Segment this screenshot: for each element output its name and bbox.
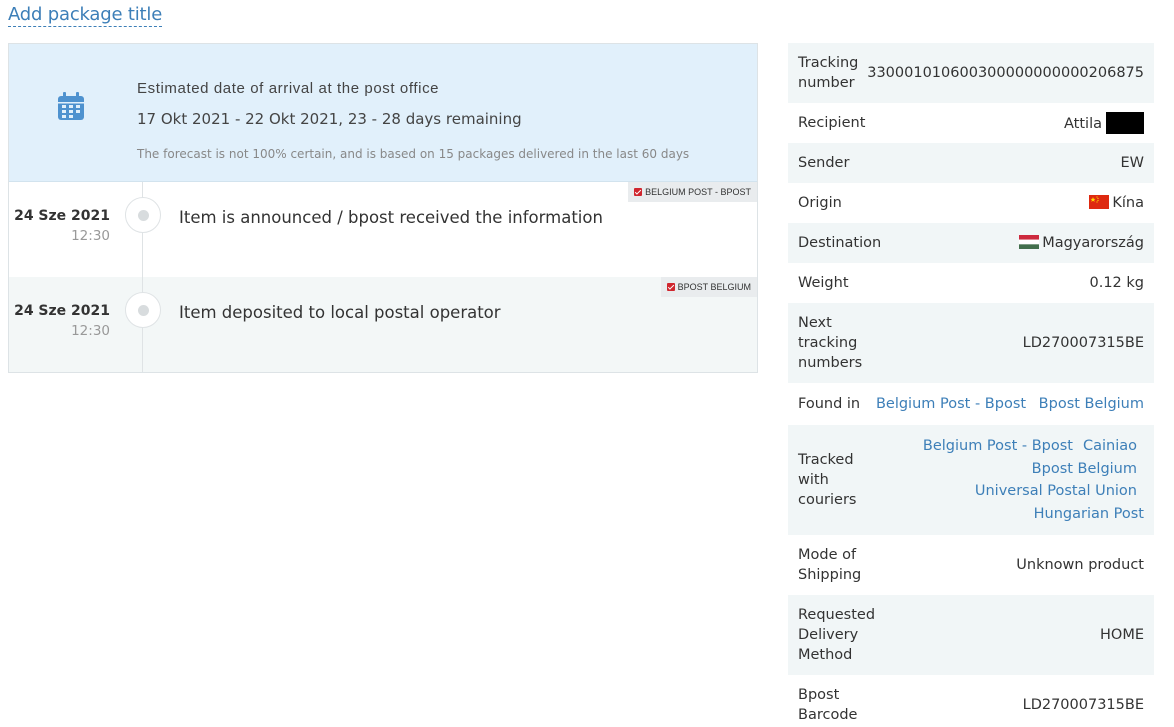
- timeline-event: 24 Sze 2021 12:30 Item deposited to loca…: [9, 277, 757, 372]
- courier-links: Belgium Post - Bpost Cainiao Bpost Belgiu…: [913, 435, 1144, 525]
- detail-row-origin: Origin Kína: [788, 183, 1154, 223]
- courier-check-icon: [666, 283, 675, 291]
- detail-label: Requested Delivery Method: [798, 607, 876, 663]
- event-date: 24 Sze 2021: [14, 303, 110, 319]
- china-flag-icon: [1089, 195, 1110, 209]
- redacted-block: [1106, 112, 1144, 134]
- add-package-title-link[interactable]: Add package title: [8, 4, 162, 27]
- courier-check-icon: [634, 188, 643, 196]
- courier-badge: BPOST BELGIUM: [660, 277, 757, 297]
- estimate-range: 17 Okt 2021 - 22 Okt 2021, 23 - 28 days …: [137, 110, 522, 128]
- detail-row-weight: Weight 0.12 kg: [788, 263, 1154, 303]
- detail-row-requested-delivery: Requested Delivery Method HOME: [788, 595, 1154, 675]
- timeline-event: 24 Sze 2021 12:30 Item is announced / bp…: [9, 182, 757, 277]
- detail-row-tracking-number: Tracking number 330001010600300000000000…: [788, 43, 1154, 103]
- event-date: 24 Sze 2021: [14, 208, 110, 224]
- hungary-flag-icon: [1019, 235, 1040, 249]
- calendar-icon: [58, 92, 84, 120]
- detail-label: Tracked with couriers: [798, 452, 857, 508]
- origin-value-wrap: Kína: [1089, 193, 1144, 213]
- detail-label: Destination: [798, 235, 882, 251]
- event-description: Item deposited to local postal operator: [179, 303, 501, 322]
- courier-link[interactable]: Cainiao: [1083, 438, 1137, 454]
- event-description: Item is announced / bpost received the i…: [179, 208, 603, 227]
- courier-link[interactable]: Bpost Belgium: [1032, 461, 1137, 477]
- detail-label: Recipient: [798, 115, 866, 131]
- detail-row-bpost-barcode: Bpost Barcode LD270007315BE: [788, 675, 1154, 727]
- detail-row-next-tracking: Next tracking numbers LD270007315BE: [788, 303, 1154, 383]
- detail-label: Bpost Barcode: [798, 687, 858, 723]
- detail-label: Origin: [798, 195, 842, 211]
- package-details-table: Tracking number 330001010600300000000000…: [788, 43, 1154, 727]
- found-in-link[interactable]: Belgium Post - Bpost: [876, 396, 1026, 412]
- found-in-links: Belgium Post - Bpost Bpost Belgium: [876, 394, 1144, 414]
- weight-value: 0.12 kg: [1089, 275, 1145, 291]
- timeline-dot-icon: [125, 292, 161, 328]
- courier-badge-label: BPOST BELGIUM: [677, 282, 751, 292]
- detail-row-recipient: Recipient Attila: [788, 103, 1154, 143]
- detail-label: Sender: [798, 155, 850, 171]
- sender-value: EW: [1120, 155, 1145, 171]
- detail-label: Found in: [798, 396, 861, 412]
- destination-value-wrap: Magyarország: [1019, 233, 1144, 253]
- detail-label: Next tracking numbers: [798, 315, 863, 371]
- estimate-note: The forecast is not 100% certain, and is…: [137, 147, 690, 161]
- estimate-heading: Estimated date of arrival at the post of…: [137, 80, 440, 97]
- event-time: 12:30: [71, 228, 110, 244]
- bpost-barcode-value: LD270007315BE: [1022, 697, 1144, 713]
- detail-label: Tracking number: [798, 55, 859, 91]
- detail-label: Weight: [798, 275, 849, 291]
- detail-row-tracked-with: Tracked with couriers Belgium Post - Bpo…: [788, 425, 1154, 535]
- recipient-value-wrap: Attila: [1064, 112, 1144, 134]
- courier-link[interactable]: Belgium Post - Bpost: [923, 438, 1073, 454]
- courier-link[interactable]: Hungarian Post: [1034, 506, 1144, 522]
- recipient-value: Attila: [1064, 116, 1102, 132]
- courier-badge: BELGIUM POST - BPOST: [628, 182, 757, 202]
- estimated-arrival-box: Estimated date of arrival at the post of…: [9, 44, 757, 182]
- detail-row-destination: Destination Magyarország: [788, 223, 1154, 263]
- found-in-link[interactable]: Bpost Belgium: [1039, 396, 1144, 412]
- detail-row-mode-of-shipping: Mode of Shipping Unknown product: [788, 535, 1154, 595]
- detail-label: Mode of Shipping: [798, 547, 862, 583]
- tracking-timeline-panel: Estimated date of arrival at the post of…: [8, 43, 758, 373]
- timeline-dot-icon: [125, 197, 161, 233]
- courier-badge-label: BELGIUM POST - BPOST: [645, 187, 751, 197]
- event-time: 12:30: [71, 323, 110, 339]
- origin-value: Kína: [1112, 195, 1144, 211]
- courier-link[interactable]: Universal Postal Union: [975, 483, 1137, 499]
- detail-row-found-in: Found in Belgium Post - Bpost Bpost Belg…: [788, 383, 1154, 425]
- destination-value: Magyarország: [1042, 235, 1144, 251]
- mode-of-shipping-value: Unknown product: [1016, 557, 1144, 573]
- detail-row-sender: Sender EW: [788, 143, 1154, 183]
- next-tracking-value: LD270007315BE: [1022, 335, 1144, 351]
- tracking-number-value: 330001010600300000000000206875: [867, 65, 1144, 81]
- requested-delivery-value: HOME: [1100, 627, 1144, 643]
